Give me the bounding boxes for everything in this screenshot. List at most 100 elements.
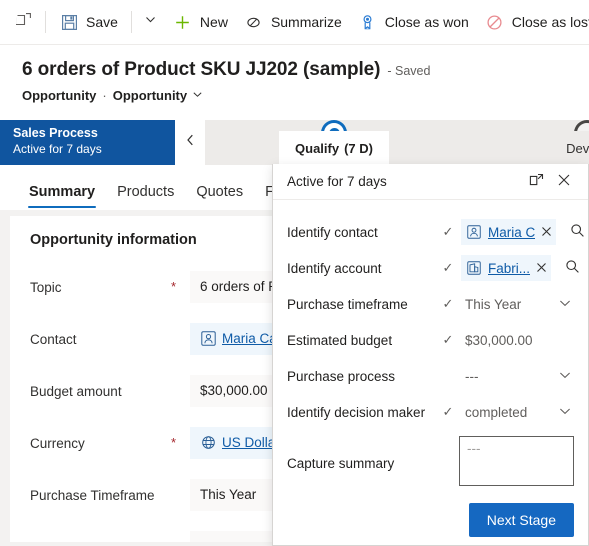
contact-icon xyxy=(466,224,482,240)
dropdown-value-identify-decision-maker: completed xyxy=(465,404,528,420)
chevron-down-icon xyxy=(144,13,157,31)
bpf-stage-qualify-duration: (7 D) xyxy=(344,140,373,156)
open-record-button[interactable] xyxy=(8,5,40,39)
lookup-value-identify-account: Fabri... xyxy=(488,260,531,276)
field-label-topic: Topic * xyxy=(30,278,190,295)
bpf-stage-flyout: Active for 7 days Identify contact ✓ Mar… xyxy=(272,164,589,546)
bpf-process-duration: Active for 7 days xyxy=(13,142,102,156)
close-as-lost-button[interactable]: Close as lost xyxy=(477,5,589,39)
stage-field-value-identify-decision-maker[interactable]: completed xyxy=(459,398,574,426)
stage-field-label-identify-decision-maker: Identify decision maker xyxy=(287,404,426,420)
breadcrumb: Opportunity · Opportunity xyxy=(22,88,589,103)
breadcrumb-entity: Opportunity xyxy=(22,88,97,103)
clear-lookup-identify-account-close-icon[interactable] xyxy=(536,261,547,276)
summarize-icon xyxy=(244,12,264,32)
currency-icon xyxy=(200,435,216,451)
field-label-purchase-process: Purchase Process xyxy=(30,540,190,543)
flyout-status-text: Active for 7 days xyxy=(287,174,387,189)
stage-field-label-identify-account: Identify account xyxy=(287,260,382,276)
stage-field-value-identify-account: Fabri... xyxy=(459,254,587,282)
stage-field-value-purchase-process[interactable]: --- xyxy=(459,362,574,390)
stage-field-label-capture-summary: Capture summary xyxy=(287,456,395,471)
search-lookup-identify-contact[interactable] xyxy=(564,219,588,245)
record-title-row: 6 orders of Product SKU JJ202 (sample) -… xyxy=(22,59,589,81)
tab-quotes[interactable]: Quotes xyxy=(185,184,254,210)
field-label-purchase-process-text: Purchase Process xyxy=(30,540,140,543)
checkmark-icon-identify-decision-maker: ✓ xyxy=(442,404,454,419)
flyout-close-button[interactable] xyxy=(550,168,578,196)
required-indicator-currency: * xyxy=(170,434,176,450)
close-as-won-icon xyxy=(358,12,378,32)
close-icon xyxy=(557,173,571,190)
clear-lookup-identify-contact-close-icon[interactable] xyxy=(541,225,552,240)
new-label: New xyxy=(199,14,228,30)
stage-field-value-estimated-budget[interactable]: $30,000.00 xyxy=(459,326,574,354)
stage-field-row-identify-decision-maker: Identify decision maker ✓ completed xyxy=(287,396,574,428)
lookup-value-identify-contact: Maria C xyxy=(488,224,536,240)
close-as-lost-label: Close as lost xyxy=(511,14,589,30)
dropdown-value-purchase-process: --- xyxy=(465,368,479,384)
required-indicator-topic: * xyxy=(170,278,176,294)
form-selector-chevron-down-icon[interactable] xyxy=(192,88,203,103)
field-label-budget-amount-text: Budget amount xyxy=(30,383,122,399)
field-label-currency: Currency * xyxy=(30,434,190,451)
bpf-stage-list: Qualify (7 D) Develop xyxy=(205,120,589,165)
field-label-budget-amount: Budget amount xyxy=(30,384,190,399)
field-label-purchase-timeframe-text: Purchase Timeframe xyxy=(30,487,155,503)
bpf-collapse-button[interactable] xyxy=(175,120,205,165)
command-divider-2 xyxy=(130,11,132,33)
new-button[interactable]: New xyxy=(165,5,236,39)
bpf-header[interactable]: Sales Process Active for 7 days xyxy=(0,120,175,165)
record-header: 6 orders of Product SKU JJ202 (sample) -… xyxy=(0,45,589,120)
bpf-stage-qualify-label: Qualify xyxy=(295,140,340,156)
flyout-header: Active for 7 days xyxy=(273,164,588,200)
field-value-purchase-process: --- xyxy=(200,539,214,542)
stage-field-value-identify-contact: Maria C xyxy=(459,218,588,246)
search-icon xyxy=(570,223,585,241)
checkmark-icon-estimated-budget: ✓ xyxy=(442,332,454,347)
checkmark-icon-identify-account: ✓ xyxy=(442,260,454,275)
stage-field-row-purchase-timeframe: Purchase timeframe ✓ This Year xyxy=(287,288,574,320)
save-status: - Saved xyxy=(387,64,431,78)
account-icon xyxy=(466,260,482,276)
tab-summary[interactable]: Summary xyxy=(18,184,106,210)
plus-icon xyxy=(173,12,193,32)
contact-icon xyxy=(200,331,216,347)
app-root: Save New Summarize Close as won Close as… xyxy=(0,0,589,546)
form-selector-label[interactable]: Opportunity xyxy=(113,88,187,103)
save-button[interactable]: Save xyxy=(51,5,126,39)
flyout-expand-button[interactable] xyxy=(522,168,550,196)
stage-field-label-identify-contact: Identify contact xyxy=(287,224,378,240)
search-icon xyxy=(565,259,580,277)
stage-field-row-identify-contact: Identify contact ✓ Maria C xyxy=(287,216,584,248)
stage-field-row-purchase-process: Purchase process --- xyxy=(287,360,574,392)
tab-summary-label: Summary xyxy=(29,184,96,200)
next-stage-button[interactable]: Next Stage xyxy=(468,503,574,537)
bpf-stage-qualify[interactable]: Qualify (7 D) xyxy=(279,131,389,165)
lookup-pill-identify-account[interactable]: Fabri... xyxy=(461,255,552,281)
stage-field-label-purchase-timeframe: Purchase timeframe xyxy=(287,296,408,312)
search-lookup-identify-account[interactable] xyxy=(559,255,585,281)
field-label-currency-text: Currency xyxy=(30,435,85,451)
summarize-button[interactable]: Summarize xyxy=(236,5,350,39)
dropdown-value-purchase-timeframe: This Year xyxy=(465,296,522,312)
breadcrumb-separator: · xyxy=(102,88,107,103)
flyout-field-list: Identify contact ✓ Maria C Identify acco… xyxy=(273,200,588,492)
stage-field-row-estimated-budget: Estimated budget ✓ $30,000.00 xyxy=(287,324,574,356)
stage-field-label-purchase-process: Purchase process xyxy=(287,368,396,384)
close-as-won-button[interactable]: Close as won xyxy=(350,5,477,39)
flyout-footer: Next Stage xyxy=(273,503,588,537)
close-as-lost-icon xyxy=(485,12,505,32)
tab-products[interactable]: Products xyxy=(106,184,185,210)
lookup-pill-identify-contact[interactable]: Maria C xyxy=(461,219,557,245)
page-title: 6 orders of Product SKU JJ202 (sample) xyxy=(22,59,381,80)
bpf-process-name: Sales Process xyxy=(13,126,98,140)
save-options-button[interactable] xyxy=(137,5,165,39)
summarize-label: Summarize xyxy=(270,14,342,30)
command-bar: Save New Summarize Close as won Close as… xyxy=(0,0,589,45)
open-record-icon xyxy=(14,12,32,33)
stage-field-value-purchase-timeframe[interactable]: This Year xyxy=(459,290,574,318)
bpf-stage-develop[interactable]: Develop xyxy=(545,131,589,165)
stage-field-value-capture-summary[interactable]: --- xyxy=(459,436,574,486)
field-label-topic-text: Topic xyxy=(30,279,62,295)
